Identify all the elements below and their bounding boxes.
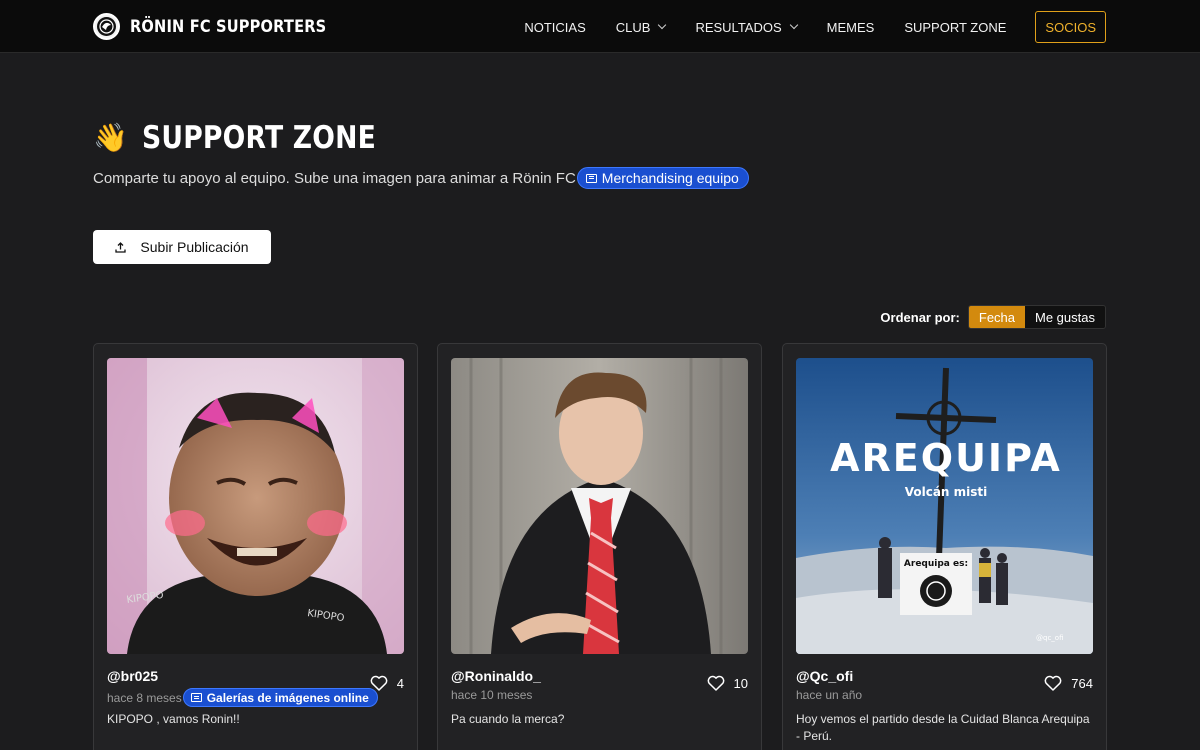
post-image-baby-meme[interactable]: KIPOPO KIPOPO	[107, 358, 404, 654]
post-time: hace un año	[796, 688, 862, 702]
like-button[interactable]: 764	[1044, 675, 1093, 691]
post-username[interactable]: @Roninaldo_	[451, 668, 541, 684]
post-username[interactable]: @br025	[107, 668, 158, 684]
post-caption: Hoy vemos el partido desde la Cuidad Bla…	[796, 712, 1090, 743]
image-subline: Volcán misti	[905, 485, 988, 499]
sort-label: Ordenar por:	[880, 309, 960, 325]
post-username[interactable]: @Qc_ofi	[796, 668, 853, 684]
gallery-chip[interactable]: Galerías de imágenes online	[182, 688, 378, 707]
post-card[interactable]: @Roninaldo_ hace 10 meses 10 Pa cuando l…	[437, 343, 762, 750]
newspaper-icon	[585, 173, 597, 183]
nav-item-memes[interactable]: MEMES	[812, 11, 890, 43]
nav-item-label: MEMES	[826, 19, 875, 35]
socios-button[interactable]: SOCIOS	[1035, 11, 1106, 43]
nav-item-label: RESULTADOS	[695, 19, 782, 35]
like-count: 764	[1071, 675, 1093, 691]
nav-item-club[interactable]: CLUB	[601, 11, 681, 43]
nav-item-label: CLUB	[615, 19, 651, 35]
upload-icon	[115, 241, 127, 253]
sort-by-date-button[interactable]: Fecha	[968, 306, 1026, 328]
page-header: 👋 SUPPORT ZONE	[93, 120, 414, 156]
upload-post-button[interactable]: Subir Publicación	[93, 230, 271, 264]
nav-item-label: SUPPORT ZONE	[904, 19, 1007, 35]
page-subtitle: Comparte tu apoyo al equipo. Sube una im…	[93, 167, 749, 189]
brand-name: RÖNIN FC SUPPORTERS	[130, 16, 327, 37]
main-nav: NOTICIAS CLUB RESULTADOS MEMES SUPPORT Z…	[509, 11, 1106, 43]
chevron-down-icon	[658, 20, 667, 30]
newspaper-icon	[190, 693, 202, 702]
sort-by-likes-button[interactable]: Me gustas	[1025, 306, 1105, 328]
chip-label: Galerías de imágenes online	[206, 690, 369, 705]
post-caption: KIPOPO , vamos Ronin!!	[107, 712, 240, 726]
nav-item-label: NOTICIAS	[524, 19, 586, 35]
nav-item-noticias[interactable]: NOTICIAS	[509, 11, 600, 43]
chip-label: Merchandising equipo	[601, 170, 739, 186]
club-crest-icon	[93, 13, 120, 40]
post-card[interactable]: KIPOPO KIPOPO @br025 hace 8 meses Galerí…	[93, 343, 418, 750]
like-count: 10	[733, 675, 748, 691]
post-time-text: hace un año	[796, 688, 863, 702]
image-headline: AREQUIPA	[830, 436, 1062, 480]
post-time: hace 10 meses	[451, 688, 532, 702]
like-count: 4	[396, 675, 404, 691]
like-button[interactable]: 4	[370, 675, 404, 691]
post-time: hace 8 meses Galerías de imágenes online	[107, 688, 378, 707]
like-button[interactable]: 10	[707, 675, 748, 691]
brand-link[interactable]: RÖNIN FC SUPPORTERS	[93, 13, 358, 40]
post-time-text: hace 8 meses	[107, 690, 182, 705]
post-image-arequipa-summit[interactable]: AREQUIPA Volcán misti Arequipa es: @qc_o…	[796, 358, 1093, 654]
post-card[interactable]: AREQUIPA Volcán misti Arequipa es: @qc_o…	[782, 343, 1107, 750]
image-watermark: @qc_ofi	[1036, 634, 1063, 642]
merchandising-chip[interactable]: Merchandising equipo	[576, 167, 749, 189]
chevron-down-icon	[789, 20, 798, 30]
heart-icon	[707, 675, 724, 691]
heart-icon	[370, 675, 388, 691]
subtitle-text: Comparte tu apoyo al equipo. Sube una im…	[93, 169, 576, 187]
heart-icon	[1044, 675, 1062, 691]
page-title: SUPPORT ZONE	[141, 120, 376, 156]
post-time-text: hace 10 meses	[451, 688, 533, 702]
sort-control: Ordenar por: Fecha Me gustas	[880, 305, 1106, 329]
nav-item-resultados[interactable]: RESULTADOS	[680, 11, 811, 43]
waving-hand-icon: 👋	[93, 122, 128, 153]
nav-item-support-zone[interactable]: SUPPORT ZONE	[889, 11, 1021, 43]
post-caption: Pa cuando la merca?	[451, 712, 565, 726]
image-sign-text: Arequipa es:	[904, 559, 968, 569]
top-navbar: RÖNIN FC SUPPORTERS NOTICIAS CLUB RESULT…	[0, 0, 1200, 53]
sort-toggle-group: Fecha Me gustas	[967, 305, 1106, 329]
post-image-man-in-suit[interactable]	[451, 358, 748, 654]
upload-button-label: Subir Publicación	[140, 239, 249, 255]
